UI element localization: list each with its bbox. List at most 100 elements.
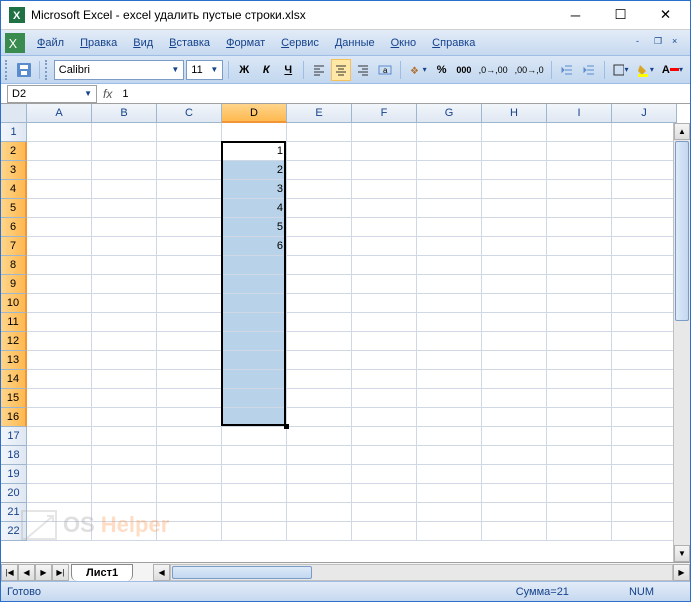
cell-B18[interactable] <box>92 446 157 465</box>
cell-J18[interactable] <box>612 446 677 465</box>
cell-D7[interactable]: 6 <box>222 237 287 256</box>
row-head-6[interactable]: 6 <box>1 218 27 237</box>
cell-H1[interactable] <box>482 123 547 142</box>
cell-A10[interactable] <box>27 294 92 313</box>
cell-H17[interactable] <box>482 427 547 446</box>
cell-I1[interactable] <box>547 123 612 142</box>
vertical-scrollbar[interactable]: ▲ ▼ <box>673 123 690 562</box>
cell-I20[interactable] <box>547 484 612 503</box>
cell-G6[interactable] <box>417 218 482 237</box>
row-head-1[interactable]: 1 <box>1 123 27 142</box>
cell-H22[interactable] <box>482 522 547 541</box>
cell-H19[interactable] <box>482 465 547 484</box>
col-head-C[interactable]: C <box>157 104 222 123</box>
cell-G1[interactable] <box>417 123 482 142</box>
menu-вставка[interactable]: Вставка <box>161 35 218 51</box>
cell-F15[interactable] <box>352 389 417 408</box>
cell-E14[interactable] <box>287 370 352 389</box>
cell-B19[interactable] <box>92 465 157 484</box>
row-head-11[interactable]: 11 <box>1 313 27 332</box>
cell-D16[interactable] <box>222 408 287 427</box>
cell-A3[interactable] <box>27 161 92 180</box>
cell-F11[interactable] <box>352 313 417 332</box>
formula-input[interactable] <box>118 88 690 100</box>
cell-H4[interactable] <box>482 180 547 199</box>
row-head-5[interactable]: 5 <box>1 199 27 218</box>
cell-I12[interactable] <box>547 332 612 351</box>
cell-B2[interactable] <box>92 142 157 161</box>
doc-restore-button[interactable]: ❐ <box>654 36 668 50</box>
cell-C9[interactable] <box>157 275 222 294</box>
cell-J1[interactable] <box>612 123 677 142</box>
cell-E22[interactable] <box>287 522 352 541</box>
row-head-14[interactable]: 14 <box>1 370 27 389</box>
cell-A7[interactable] <box>27 237 92 256</box>
row-head-10[interactable]: 10 <box>1 294 27 313</box>
cell-H20[interactable] <box>482 484 547 503</box>
row-head-15[interactable]: 15 <box>1 389 27 408</box>
fill-color-button[interactable]: ▾ <box>633 59 656 81</box>
row-head-17[interactable]: 17 <box>1 427 27 446</box>
menu-окно[interactable]: Окно <box>383 35 425 51</box>
cell-J2[interactable] <box>612 142 677 161</box>
scroll-right-button[interactable]: ▶ <box>673 564 690 581</box>
cell-I5[interactable] <box>547 199 612 218</box>
tab-nav-next[interactable]: ▶ <box>35 564 52 581</box>
cell-G3[interactable] <box>417 161 482 180</box>
cell-I13[interactable] <box>547 351 612 370</box>
cell-E16[interactable] <box>287 408 352 427</box>
cell-I18[interactable] <box>547 446 612 465</box>
cell-F4[interactable] <box>352 180 417 199</box>
menu-данные[interactable]: Данные <box>327 35 383 51</box>
cell-D21[interactable] <box>222 503 287 522</box>
cell-C20[interactable] <box>157 484 222 503</box>
cell-F5[interactable] <box>352 199 417 218</box>
cell-J19[interactable] <box>612 465 677 484</box>
save-button[interactable] <box>14 59 34 81</box>
row-head-20[interactable]: 20 <box>1 484 27 503</box>
cell-J13[interactable] <box>612 351 677 370</box>
menu-формат[interactable]: Формат <box>218 35 273 51</box>
row-head-12[interactable]: 12 <box>1 332 27 351</box>
close-button[interactable]: ✕ <box>643 3 688 27</box>
cell-C17[interactable] <box>157 427 222 446</box>
cell-E18[interactable] <box>287 446 352 465</box>
select-all-corner[interactable] <box>1 104 27 123</box>
cell-I7[interactable] <box>547 237 612 256</box>
cell-A17[interactable] <box>27 427 92 446</box>
cell-D11[interactable] <box>222 313 287 332</box>
cell-J12[interactable] <box>612 332 677 351</box>
cell-I22[interactable] <box>547 522 612 541</box>
cell-G13[interactable] <box>417 351 482 370</box>
decrease-decimal-button[interactable]: ,00→,0 <box>512 59 546 81</box>
cell-A14[interactable] <box>27 370 92 389</box>
cell-B20[interactable] <box>92 484 157 503</box>
cell-B5[interactable] <box>92 199 157 218</box>
cell-J6[interactable] <box>612 218 677 237</box>
row-head-16[interactable]: 16 <box>1 408 27 427</box>
cell-F8[interactable] <box>352 256 417 275</box>
cell-G17[interactable] <box>417 427 482 446</box>
col-head-I[interactable]: I <box>547 104 612 123</box>
cell-J8[interactable] <box>612 256 677 275</box>
cell-A1[interactable] <box>27 123 92 142</box>
menu-файл[interactable]: Файл <box>29 35 72 51</box>
cell-C7[interactable] <box>157 237 222 256</box>
cell-J21[interactable] <box>612 503 677 522</box>
row-head-7[interactable]: 7 <box>1 237 27 256</box>
col-head-G[interactable]: G <box>417 104 482 123</box>
cell-F16[interactable] <box>352 408 417 427</box>
doc-close-button[interactable]: × <box>672 36 686 50</box>
cell-E19[interactable] <box>287 465 352 484</box>
cell-J7[interactable] <box>612 237 677 256</box>
col-head-D[interactable]: D <box>222 104 287 123</box>
cell-I14[interactable] <box>547 370 612 389</box>
cell-C15[interactable] <box>157 389 222 408</box>
cell-E7[interactable] <box>287 237 352 256</box>
cell-B10[interactable] <box>92 294 157 313</box>
cell-D18[interactable] <box>222 446 287 465</box>
cell-G8[interactable] <box>417 256 482 275</box>
menu-сервис[interactable]: Сервис <box>273 35 327 51</box>
menu-справка[interactable]: Справка <box>424 35 483 51</box>
cell-B17[interactable] <box>92 427 157 446</box>
